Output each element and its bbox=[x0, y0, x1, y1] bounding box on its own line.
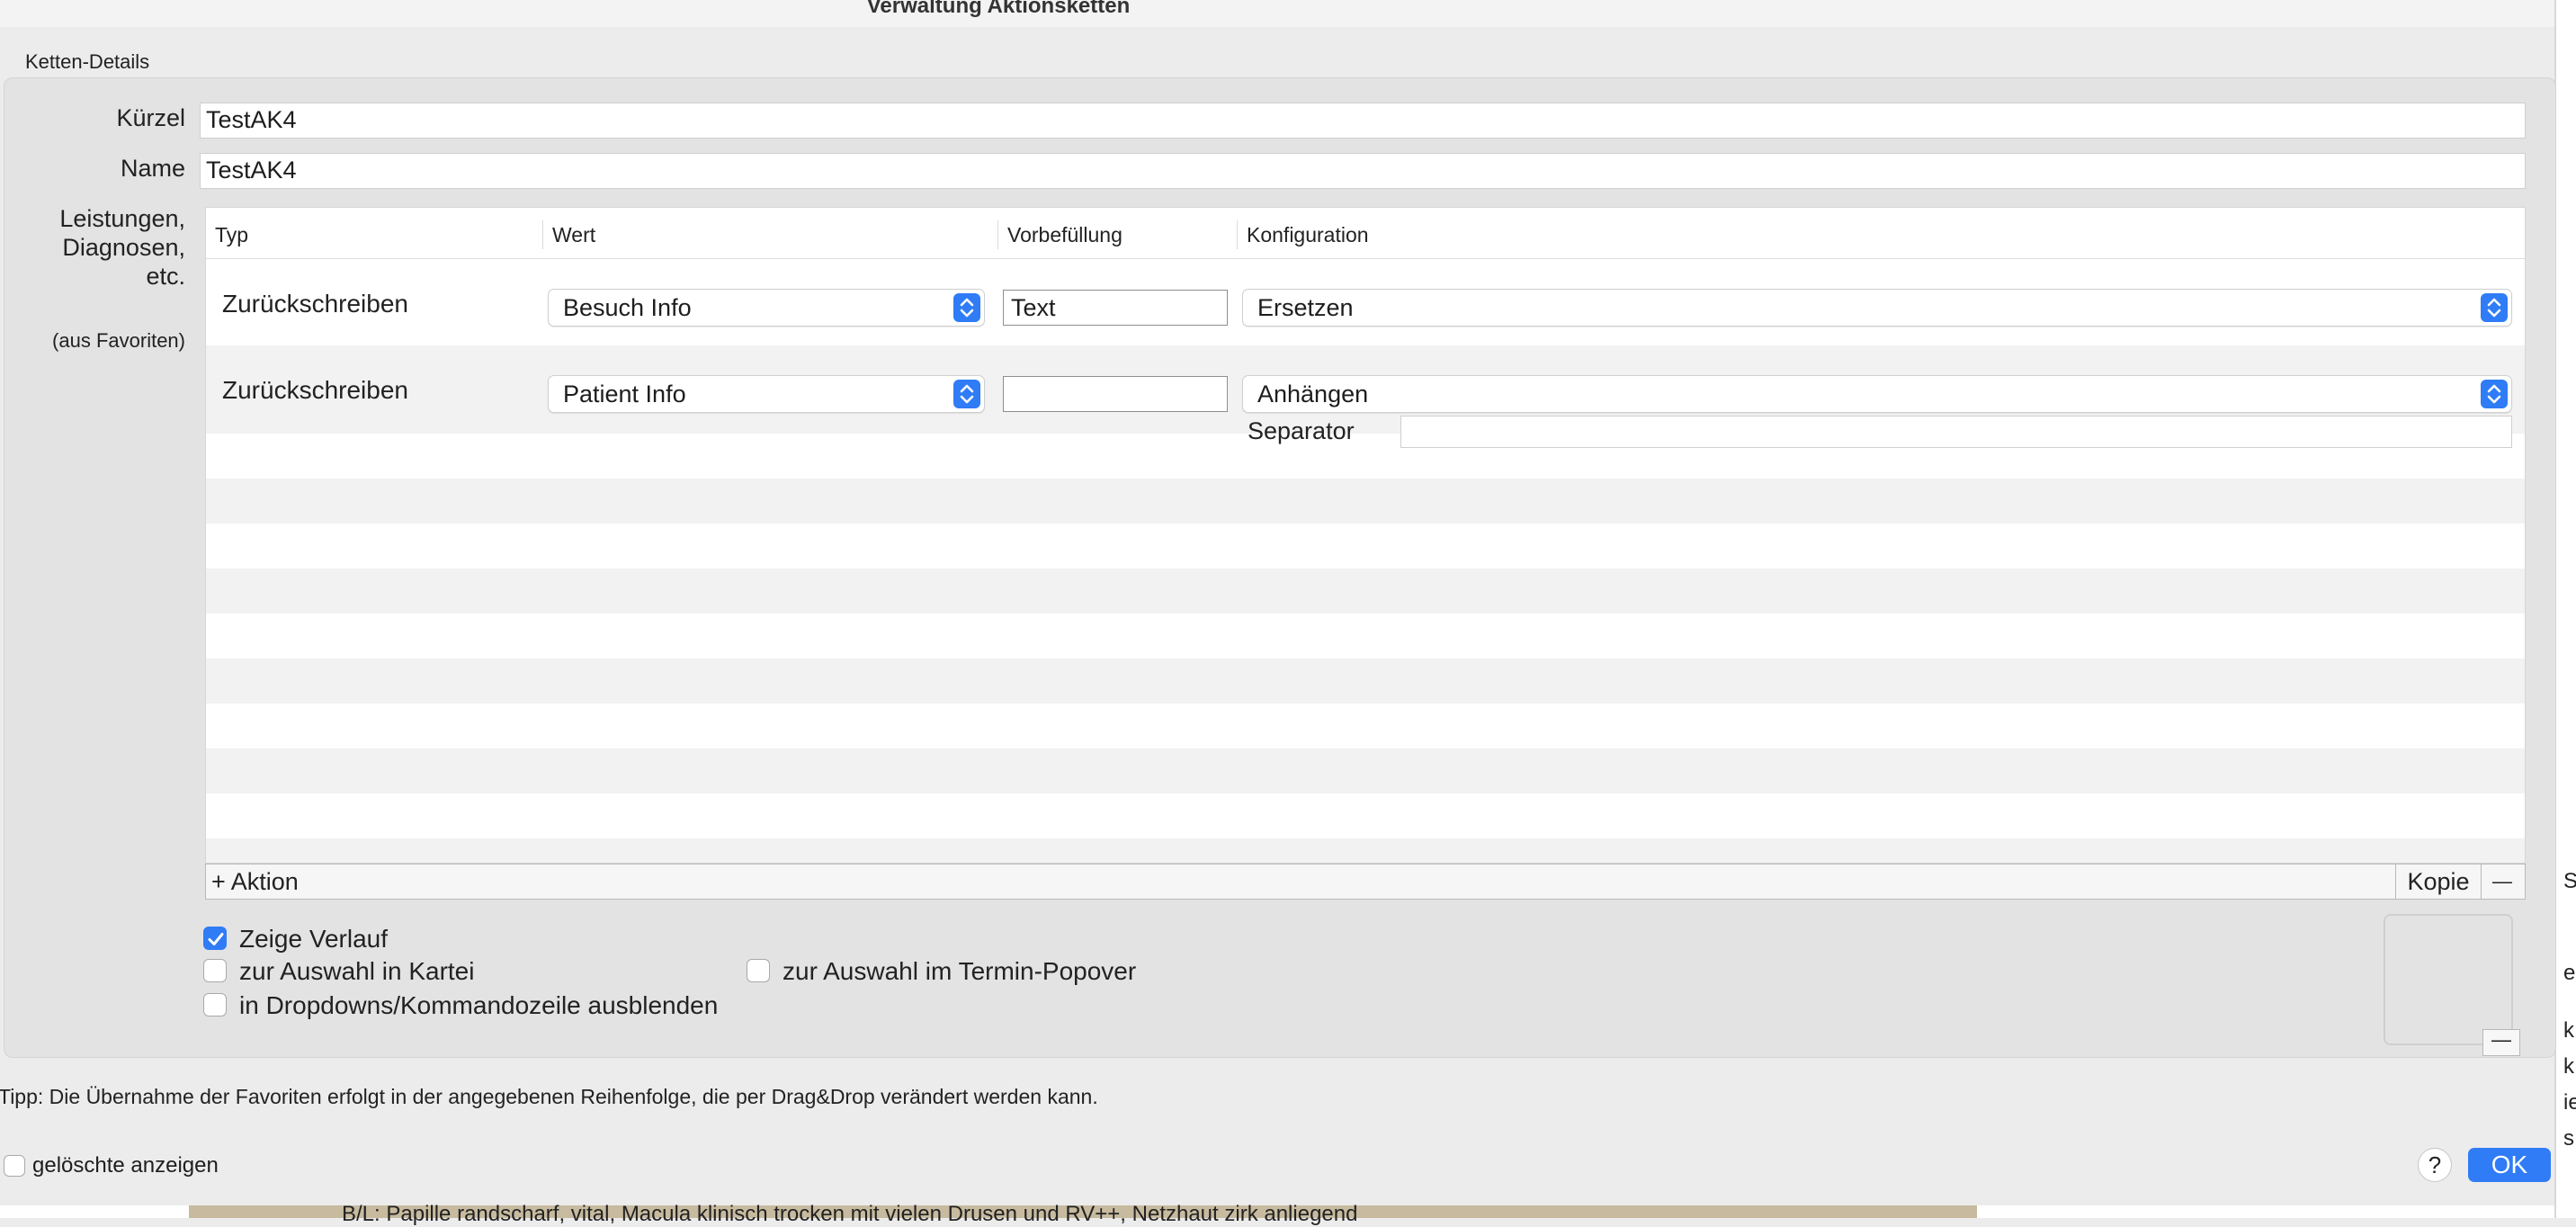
column-header-wert[interactable]: Wert bbox=[542, 220, 997, 249]
popup-stepper-icon bbox=[953, 293, 980, 322]
empty-row bbox=[206, 703, 2525, 748]
background-text: k bbox=[2563, 1054, 2574, 1079]
row-type: Zurückschreiben bbox=[222, 290, 408, 318]
wert-value: Patient Info bbox=[563, 381, 686, 408]
empty-row bbox=[206, 524, 2525, 569]
wert-popup[interactable]: Besuch Info bbox=[548, 289, 985, 327]
vorbefuellung-field[interactable]: Text bbox=[1003, 290, 1228, 326]
table-header: Typ Wert Vorbefüllung Konfiguration bbox=[206, 208, 2525, 259]
auswahl-kartei-label: zur Auswahl in Kartei bbox=[239, 957, 475, 985]
wert-value: Besuch Info bbox=[563, 294, 692, 321]
table-toolbar: + Aktion Kopie — bbox=[205, 864, 2526, 900]
empty-row bbox=[206, 658, 2525, 703]
remove-action-button[interactable]: — bbox=[2480, 864, 2525, 899]
row-type: Zurückschreiben bbox=[222, 376, 408, 404]
konfiguration-value: Anhängen bbox=[1257, 381, 1369, 408]
background-row-text: B/L: Papille randscharf, vital, Macula k… bbox=[342, 1202, 1358, 1226]
empty-row bbox=[206, 838, 2525, 863]
empty-row bbox=[206, 434, 2525, 479]
image-well[interactable] bbox=[2384, 914, 2513, 1045]
diagnosen-label: Diagnosen, bbox=[62, 234, 185, 261]
auswahl-termin-checkbox[interactable] bbox=[747, 959, 770, 982]
tip-text: Tipp: Die Übernahme der Favoriten erfolg… bbox=[0, 1085, 1098, 1108]
dropdown-ausblenden-label: in Dropdowns/Kommandozeile ausblenden bbox=[239, 991, 719, 1019]
background-text: s bbox=[2563, 1126, 2574, 1151]
wert-popup[interactable]: Patient Info bbox=[548, 375, 985, 413]
group-label: Ketten-Details bbox=[25, 50, 150, 73]
actions-table: Typ Wert Vorbefüllung Konfiguration Zurü… bbox=[205, 207, 2526, 864]
kuerzel-label: Kürzel bbox=[116, 104, 185, 131]
empty-row bbox=[206, 479, 2525, 524]
konfiguration-value: Ersetzen bbox=[1257, 294, 1354, 321]
empty-row bbox=[206, 748, 2525, 793]
name-label: Name bbox=[120, 155, 185, 182]
copy-button[interactable]: Kopie bbox=[2395, 864, 2482, 899]
title-bar: Verwaltung Aktionsketten bbox=[0, 0, 2554, 27]
background-text: ie bbox=[2563, 1090, 2576, 1115]
column-header-typ[interactable]: Typ bbox=[206, 220, 542, 249]
background-text: S bbox=[2563, 869, 2576, 893]
auswahl-kartei-checkbox[interactable] bbox=[203, 959, 227, 982]
popup-stepper-icon bbox=[2481, 293, 2508, 322]
column-header-konfiguration[interactable]: Konfiguration bbox=[1237, 220, 2525, 249]
etc-label: etc. bbox=[146, 263, 185, 290]
table-row[interactable]: Zurückschreiben Besuch Info Text Ersetze… bbox=[206, 259, 2525, 345]
favoriten-label: (aus Favoriten) bbox=[52, 329, 185, 352]
minus-icon: — bbox=[2491, 1028, 2511, 1051]
empty-row bbox=[206, 614, 2525, 658]
checkmark-icon bbox=[208, 933, 224, 945]
help-button[interactable]: ? bbox=[2418, 1148, 2452, 1182]
auswahl-termin-label: zur Auswahl im Termin-Popover bbox=[783, 957, 1137, 985]
konfiguration-popup[interactable]: Ersetzen bbox=[1242, 289, 2512, 327]
zeige-verlauf-label: Zeige Verlauf bbox=[239, 925, 388, 953]
ok-button[interactable]: OK bbox=[2468, 1148, 2551, 1182]
popup-stepper-icon bbox=[953, 380, 980, 408]
background-text: k bbox=[2563, 1018, 2574, 1043]
image-remove-button[interactable]: — bbox=[2482, 1028, 2520, 1056]
background-window-edge: S e k k ie s bbox=[2554, 0, 2576, 1218]
show-deleted-checkbox[interactable] bbox=[4, 1155, 25, 1177]
add-action-button[interactable]: + Aktion bbox=[211, 864, 301, 899]
popup-stepper-icon bbox=[2481, 380, 2508, 408]
zeige-verlauf-checkbox[interactable] bbox=[203, 927, 227, 950]
empty-row bbox=[206, 569, 2525, 614]
vorbefuellung-field[interactable] bbox=[1003, 376, 1228, 412]
leistungen-label: Leistungen, bbox=[59, 205, 185, 232]
show-deleted-label: gelöschte anzeigen bbox=[32, 1153, 219, 1178]
column-header-vorbefuellung[interactable]: Vorbefüllung bbox=[997, 220, 1237, 249]
name-field[interactable]: TestAK4 bbox=[200, 153, 2526, 189]
empty-row bbox=[206, 793, 2525, 838]
dropdown-ausblenden-checkbox[interactable] bbox=[203, 993, 227, 1017]
kuerzel-field[interactable]: TestAK4 bbox=[200, 103, 2526, 139]
table-row[interactable]: Zurückschreiben Patient Info Anhängen Se… bbox=[206, 345, 2525, 448]
background-text: e bbox=[2563, 961, 2576, 985]
konfiguration-popup[interactable]: Anhängen bbox=[1242, 375, 2512, 413]
window-title: Verwaltung Aktionsketten bbox=[866, 0, 1131, 18]
